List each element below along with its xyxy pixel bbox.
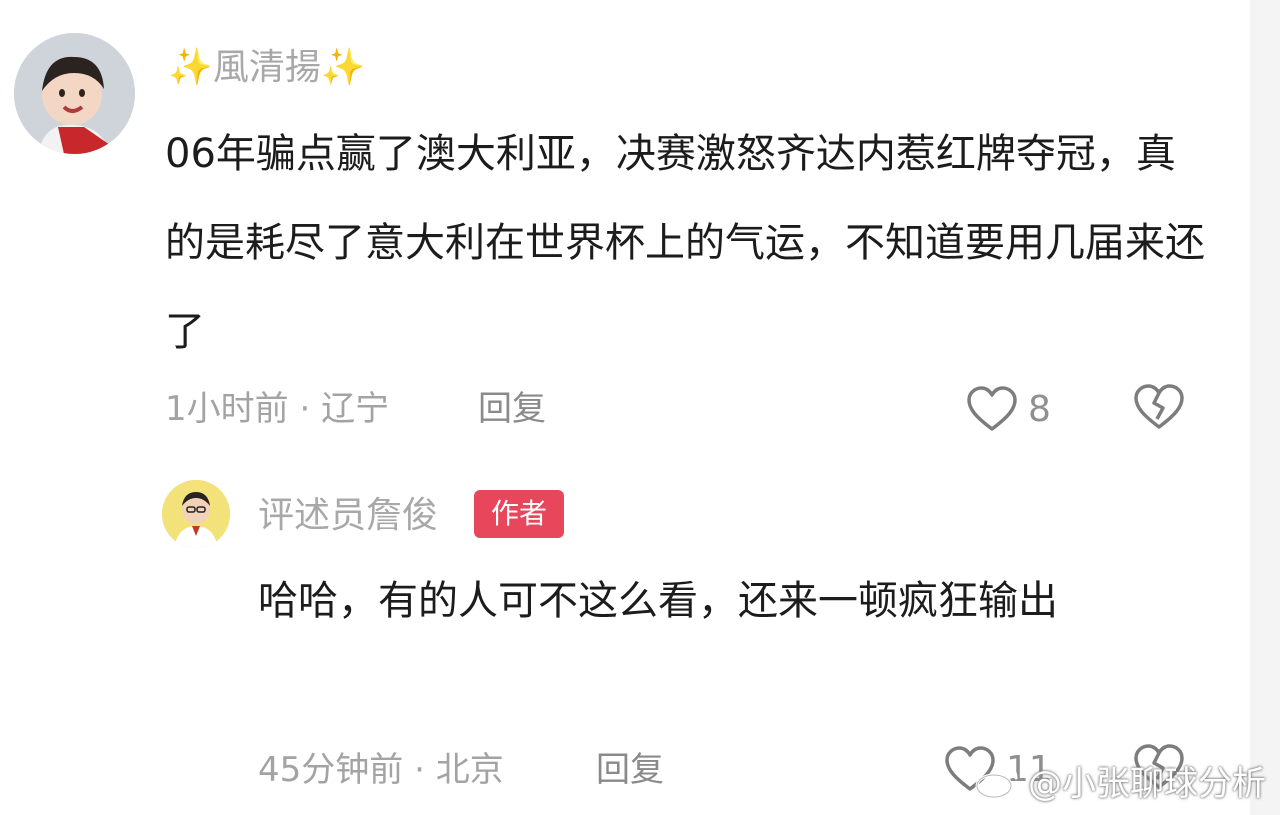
username[interactable]: ✨風清揚✨ [168,42,366,94]
location: 北京 [435,750,504,790]
avatar[interactable] [162,480,230,548]
author-badge: 作者 [474,490,564,538]
timestamp: 45分钟前 [258,750,404,790]
reply-button[interactable]: 回复 [478,384,546,434]
meta-separator: · [299,389,311,429]
like-button[interactable]: 8 [966,381,1051,437]
comment-meta: 45分钟前 · 北京 [258,745,504,795]
weibo-icon [975,766,1018,798]
dislike-button[interactable] [1133,383,1185,431]
username-text: 風清揚 [212,47,321,88]
comment-thread: ✨風清揚✨ 06年骗点赢了澳大利亚，决赛激怒齐达内惹红牌夺冠，真的是耗尽了意大利… [0,0,1280,815]
page-edge [1250,0,1280,815]
comment-text: 哈哈，有的人可不这么看，还来一顿疯狂输出 [258,578,1058,624]
timestamp: 1小时前 [165,389,289,429]
comment-meta: 1小时前 · 辽宁 [165,384,389,434]
like-count: 8 [1028,388,1051,430]
username[interactable]: 评述员詹俊 [258,490,438,542]
sparkle-icon: ✨ [320,47,366,88]
avatar[interactable] [14,33,135,154]
comment-text: 06年骗点赢了澳大利亚，决赛激怒齐达内惹红牌夺冠，真的是耗尽了意大利在世界杯上的… [165,131,1205,355]
watermark: @小张聊球分析 [974,756,1266,805]
broken-heart-icon [1134,384,1184,429]
sparkle-icon: ✨ [168,47,213,88]
location: 辽宁 [321,389,390,429]
meta-separator: · [414,750,425,790]
reply-button[interactable]: 回复 [596,745,664,795]
heart-outline-icon [967,386,1017,431]
watermark-text: @小张聊球分析 [1028,764,1266,804]
